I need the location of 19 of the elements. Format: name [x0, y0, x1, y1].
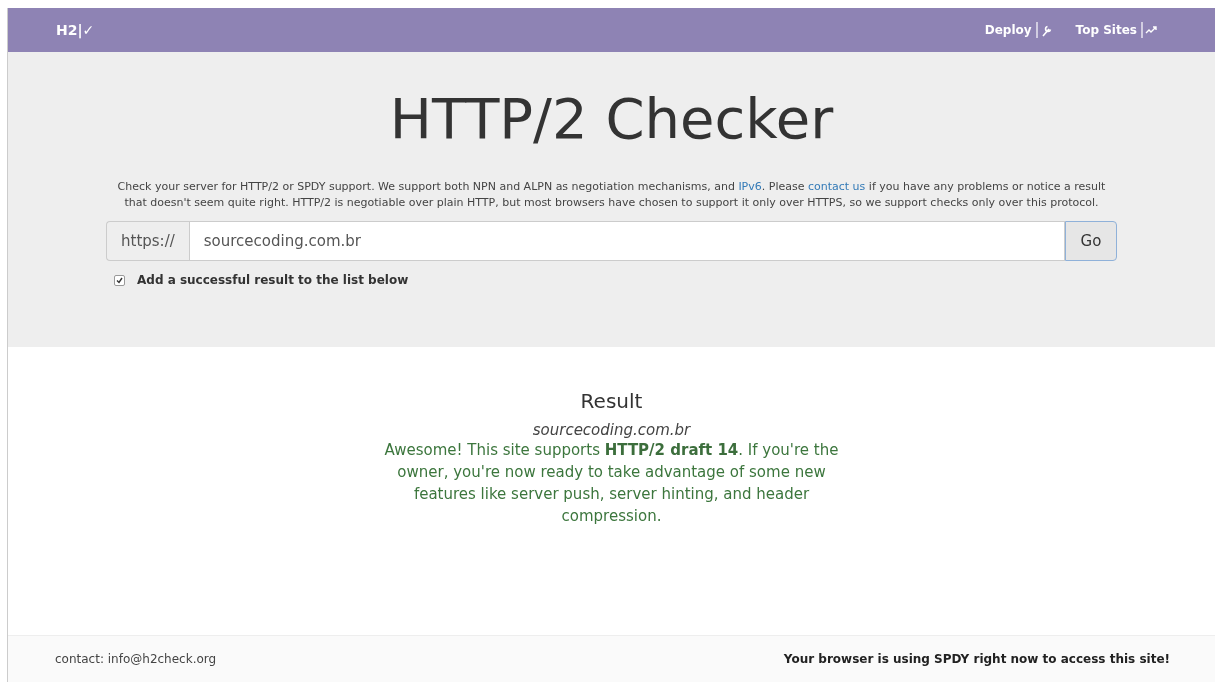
page-title: HTTP/2 Checker — [389, 86, 834, 151]
checkbox-label: Add a successful result to the list below — [137, 273, 409, 287]
trend-chart-icon — [1141, 21, 1159, 39]
site-logo[interactable]: H2|✓ — [56, 22, 95, 38]
result-message: Awesome! This site supports HTTP/2 draft 14. If you're the owner, you're now ready to take advantage of some new features like server push, server hinting, and header compression. — [383, 440, 840, 527]
text-link[interactable]: contact us — [807, 180, 866, 193]
go-button[interactable]: Go — [1065, 221, 1117, 261]
intro-paragraph: Check your server for HTTP/2 or SPDY support. We support both NPN and ALPN as negotiation mechanisms, and IPv6. Please contact us if you have any problems or notice a result that doesn't seem quite right. HTTP/2 is negotiable over plain HTTP, but most browsers have chosen to support it only over HTTPS, so we support checks only over this protocol. — [116, 179, 1107, 211]
protocol-prefix: https:// — [106, 221, 189, 261]
nav-link[interactable]: Top Sites — [1075, 23, 1137, 37]
nav-link[interactable]: Deploy — [984, 23, 1032, 37]
checkbox[interactable] — [114, 274, 125, 286]
wrench-icon — [1035, 21, 1054, 39]
text-link[interactable]: IPv6 — [738, 180, 762, 193]
url-input-field[interactable]: sourcecoding.com.br — [188, 221, 1065, 261]
spdy-notice: Your browser is using SPDY right now to access this site! — [783, 652, 1170, 666]
result-site: sourcecoding.com.br — [532, 421, 691, 439]
result-heading: Result — [580, 389, 643, 413]
contact-text: contact: info@h2check.org — [55, 652, 217, 666]
